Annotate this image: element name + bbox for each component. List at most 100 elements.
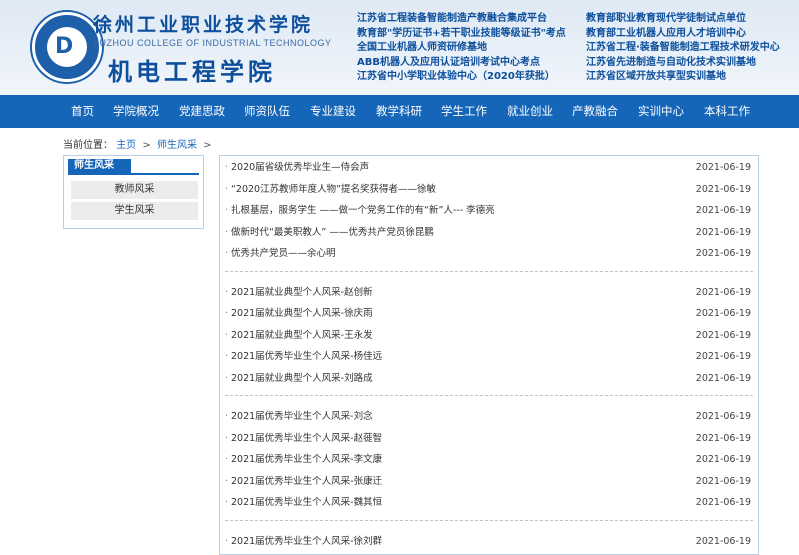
bullet-dot: · [225, 248, 229, 259]
article-list: · 2020届省级优秀毕业生—侍会声 2021-06-19 · “2020江苏教师年度人… [219, 155, 759, 555]
bullet-dot: · [225, 162, 229, 173]
honor-item: 江苏省工程装备智能制造产教融合集成平台 [357, 13, 547, 24]
list-item[interactable]: · 2020届省级优秀毕业生—侍会声 2021-06-19 [225, 158, 753, 178]
article-date: 2021-06-19 [695, 454, 751, 465]
list-item[interactable]: · 2021届就业典型个人风采-王永发 2021-06-19 [225, 326, 753, 346]
article-date: 2021-06-19 [695, 497, 751, 508]
list-item[interactable]: · 2021届优秀毕业生个人风采-刘念 2021-06-19 [225, 407, 753, 427]
nav-item[interactable]: 就业创业 [507, 95, 553, 128]
article-title-link[interactable]: 2021届就业典型个人风采-赵创新 [231, 283, 373, 303]
list-item[interactable]: · 2021届就业典型个人风采-刘路成 2021-06-19 [225, 369, 753, 389]
honor-item: 教育部职业教育现代学徒制试点单位 [586, 13, 746, 24]
list-item[interactable]: · 2021届优秀毕业生个人风采-徐刘群 2021-06-19 [225, 532, 753, 552]
college-seal-icon[interactable]: D [32, 12, 102, 82]
article-date: 2021-06-19 [695, 432, 751, 444]
bullet-dot: · [225, 329, 229, 341]
nav-item[interactable]: 实训中心 [638, 95, 684, 128]
nav-item[interactable]: 师资队伍 [244, 95, 290, 128]
list-item[interactable]: · 2021届优秀毕业生个人风采-杨佳远 2021-06-19 [225, 347, 753, 367]
nav-item[interactable]: 产教融合 [572, 95, 618, 128]
honor-item: 江苏省中小学职业体验中心（2020年获批） [357, 71, 555, 82]
article-title-link[interactable]: 2021届优秀毕业生个人风采-张康迁 [231, 472, 382, 492]
nav-item[interactable]: 专业建设 [310, 95, 356, 128]
school-name-cn[interactable]: 徐州工业职业技术学院 [93, 10, 313, 37]
article-title-link[interactable]: 2021届就业典型个人风采-王永发 [231, 326, 373, 346]
article-date: 2021-06-19 [695, 286, 751, 298]
nav-item[interactable]: 学院概况 [113, 95, 159, 128]
list-item[interactable]: · 做新时代“最美职教人” ——优秀共产党员徐昆鹏 2021-06-19 [225, 223, 753, 243]
sidebar-title: 师生风采 [68, 159, 131, 173]
article-title-link[interactable]: “2020江苏教师年度人物”提名奖获得者——徐敏 [231, 180, 436, 200]
article-date: 2021-06-19 [695, 183, 751, 195]
article-title-link[interactable]: 2021届就业典型个人风采-刘路成 [231, 369, 373, 389]
article-title-link[interactable]: 扎根基层，服务学生 ——做一个党务工作的有“新”人--- 李德亮 [231, 201, 495, 221]
article-title-link[interactable]: 2021届优秀毕业生个人风采-赵蓰智 [231, 429, 382, 449]
nav-item[interactable]: 学生工作 [441, 95, 487, 128]
list-item[interactable]: · “2020江苏教师年度人物”提名奖获得者——徐敏 2021-06-19 [225, 180, 753, 200]
honors-list-right: 教育部职业教育现代学徒制试点单位 教育部工业机器人应用人才培训中心江苏省工程·装备… [586, 12, 799, 85]
breadcrumb: 当前位置： 主页 > 师生风采 > [63, 136, 215, 151]
list-item[interactable]: · 2021届就业典型个人风采-徐庆雨 2021-06-19 [225, 304, 753, 324]
honor-item: 教育部"学历证书+若干职业技能等级证书"考点 [357, 27, 566, 39]
article-date: 2021-06-19 [695, 226, 751, 238]
bullet-dot: · [225, 351, 229, 362]
article-title-link[interactable]: 2021届优秀毕业生个人风采-杨佳远 [231, 347, 382, 367]
article-title-link[interactable]: 优秀共产党员——余心明 [231, 244, 336, 264]
list-item[interactable]: · 2021届优秀毕业生个人风采-张康迁 2021-06-19 [225, 472, 753, 492]
bullet-dot: · [225, 308, 229, 319]
article-title-link[interactable]: 2021届优秀毕业生个人风采-徐刘群 [231, 532, 382, 552]
article-date: 2021-06-19 [695, 411, 751, 422]
department-title[interactable]: 机电工程学院 [108, 52, 276, 87]
list-item[interactable]: · 扎根基层，服务学生 ——做一个党务工作的有“新”人--- 李德亮 2021-06… [225, 201, 753, 221]
list-item[interactable]: · 2021届优秀毕业生个人风采-赵蓰智 2021-06-19 [225, 429, 753, 449]
article-title-link[interactable]: 做新时代“最美职教人” ——优秀共产党员徐昆鹏 [231, 223, 434, 243]
honor-item: ABB机器人及应用认证培训考试中心考点 [357, 56, 540, 68]
article-date: 2021-06-19 [695, 162, 751, 173]
nav-item[interactable]: 首页 [71, 95, 94, 128]
honors-list-left: 江苏省工程装备智能制造产教融合集成平台教育部"学历证书+若干职业技能等级证书"考… [357, 12, 575, 85]
group-divider [225, 395, 753, 396]
nav-item[interactable]: 本科工作 [704, 95, 750, 128]
breadcrumb-home-link[interactable]: 主页 [116, 140, 136, 151]
article-date: 2021-06-19 [695, 329, 751, 341]
bullet-dot: · [225, 535, 229, 547]
sidebar-item-teacher[interactable]: 教师风采 [71, 181, 198, 199]
bullet-dot: · [225, 432, 229, 444]
sidebar-title-underline [68, 173, 199, 175]
bullet-dot: · [225, 286, 229, 298]
main-nav: 首页 学院概况 党建思政 师资队伍 专业建设 教学科研 学生工作 就业创业 产教融合 实训中心 本科… [0, 95, 799, 128]
bullet-dot: · [225, 372, 229, 384]
article-title-link[interactable]: 2020届省级优秀毕业生—侍会声 [231, 158, 369, 178]
breadcrumb-current-link[interactable]: 师生风采 [157, 140, 197, 151]
school-name-en: XUZHOU COLLEGE OF INDUSTRIAL TECHNOLOGY [93, 38, 332, 48]
nav-item[interactable]: 教学科研 [376, 95, 422, 128]
article-title-link[interactable]: 2021届优秀毕业生个人风采-刘念 [231, 407, 373, 427]
group-divider [225, 519, 753, 521]
article-date: 2021-06-19 [695, 205, 751, 216]
list-item[interactable]: · 2021届优秀毕业生个人风采-李文康 2021-06-19 [225, 450, 753, 470]
group-divider [225, 270, 753, 272]
nav-item[interactable]: 党建思政 [179, 95, 225, 128]
sidebar-item-student[interactable]: 学生风采 [71, 202, 198, 220]
article-date: 2021-06-19 [695, 308, 751, 319]
list-item[interactable]: · 优秀共产党员——余心明 2021-06-19 [225, 244, 753, 264]
honor-item: 江苏省区域开放共享型实训基地 [586, 71, 726, 82]
logo-inner: D [47, 27, 87, 67]
article-date: 2021-06-19 [695, 351, 751, 362]
bullet-dot: · [225, 183, 229, 195]
honor-item: 江苏省先进制造与自动化技术实训基地 [586, 56, 756, 68]
sidebar: 师生风采 教师风采 学生风采 [63, 155, 204, 229]
honor-item: 全国工业机器人师资研修基地 [357, 42, 487, 53]
bullet-dot: · [225, 226, 229, 238]
list-item[interactable]: · 2021届优秀毕业生个人风采-魏其恒 2021-06-19 [225, 493, 753, 513]
article-title-link[interactable]: 2021届就业典型个人风采-徐庆雨 [231, 304, 373, 324]
bullet-dot: · [225, 475, 229, 487]
list-item[interactable]: · 2021届就业典型个人风采-赵创新 2021-06-19 [225, 283, 753, 303]
bullet-dot: · [225, 205, 229, 216]
article-title-link[interactable]: 2021届优秀毕业生个人风采-李文康 [231, 450, 382, 470]
logo-mark: D [55, 34, 74, 59]
article-title-link[interactable]: 2021届优秀毕业生个人风采-魏其恒 [231, 493, 382, 513]
honor-item: 教育部工业机器人应用人才培训中心 [586, 27, 746, 39]
breadcrumb-separator: > [203, 140, 212, 151]
honor-item: 江苏省工程·装备智能制造工程技术研发中心 [586, 42, 780, 53]
